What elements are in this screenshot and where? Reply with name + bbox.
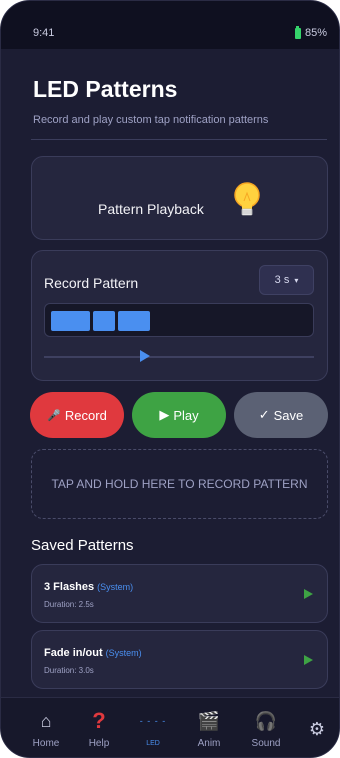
page-subtitle: Record and play custom tap notification …	[33, 114, 269, 126]
playback-scrubber-handle[interactable]	[140, 350, 150, 362]
nav-label-sound: Sound	[251, 738, 281, 749]
question-icon: ?	[92, 708, 106, 733]
pattern-system-tag: (System)	[105, 648, 142, 658]
saved-pattern-item[interactable]: Fade in/out (System) Duration: 3.0s	[31, 630, 328, 689]
nav-label-help: Help	[88, 738, 110, 749]
record-pattern-label: Record Pattern	[44, 275, 139, 291]
status-bar: 9:41 85%	[1, 1, 339, 49]
pattern-duration: Duration: 3.0s	[44, 666, 94, 675]
pattern-name: Fade in/out (System)	[44, 647, 142, 659]
nav-item-help[interactable]: ? Help	[74, 708, 124, 749]
page-title: LED Patterns	[33, 76, 178, 102]
duration-select[interactable]: 3 s ▾	[259, 265, 314, 295]
tap-record-label: TAP AND HOLD HERE TO RECORD PATTERN	[51, 477, 308, 491]
nav-item-sound[interactable]: 🎧 Sound	[241, 708, 291, 750]
record-button[interactable]: 🎤 Record	[30, 392, 124, 438]
gear-icon: ⚙	[308, 718, 326, 739]
check-icon: ✓	[258, 407, 270, 422]
nav-label-led: LED	[146, 740, 160, 747]
lightbulb-icon	[234, 182, 260, 216]
nav-label-anim: Anim	[197, 738, 221, 749]
pattern-name-text: Fade in/out	[44, 647, 103, 659]
pattern-duration: Duration: 2.5s	[44, 600, 94, 609]
pattern-segment	[51, 311, 90, 331]
pattern-segment	[118, 311, 150, 331]
battery-icon	[294, 25, 301, 39]
battery-percent: 85%	[304, 27, 327, 39]
header-divider	[31, 139, 327, 140]
home-icon: ⌂	[40, 710, 52, 731]
pattern-name: 3 Flashes (System)	[44, 581, 133, 593]
nav-label-home: Home	[32, 738, 60, 749]
clapperboard-icon: 🎬	[197, 710, 221, 731]
record-button-label: Record	[64, 407, 107, 423]
pattern-system-tag: (System)	[97, 582, 134, 592]
microphone-icon: 🎤	[47, 409, 61, 422]
play-button[interactable]: ▶ Play	[132, 392, 226, 438]
status-time: 9:41	[33, 27, 55, 39]
save-button-label: Save	[273, 407, 304, 423]
pattern-playback-card[interactable]: Pattern Playback	[31, 156, 328, 240]
nav-item-home[interactable]: ⌂ Home	[21, 708, 71, 750]
nav-item-settings[interactable]: ⚙	[292, 716, 339, 742]
play-icon: ▶	[159, 407, 170, 422]
saved-pattern-item[interactable]: 3 Flashes (System) Duration: 2.5s	[31, 564, 328, 623]
chevron-down-icon: ▾	[294, 275, 299, 285]
pattern-timeline[interactable]	[44, 303, 314, 337]
pattern-segment	[93, 311, 115, 331]
play-button-label: Play	[173, 407, 199, 423]
nav-item-led[interactable]: - - - - LED	[128, 708, 178, 747]
play-pattern-icon[interactable]	[304, 589, 313, 599]
battery-status: 85%	[294, 25, 327, 39]
duration-value: 3 s	[274, 274, 290, 286]
led-dots-icon: - - - -	[139, 716, 167, 726]
pattern-name-text: 3 Flashes	[44, 581, 95, 593]
phone-screen: 9:41 85% LED Patterns Record and play cu…	[0, 0, 340, 758]
play-pattern-icon[interactable]	[304, 655, 313, 665]
pattern-playback-label: Pattern Playback	[98, 201, 204, 217]
record-pattern-card: Record Pattern 3 s ▾	[31, 250, 328, 381]
saved-patterns-title: Saved Patterns	[31, 537, 134, 554]
bottom-nav: ⌂ Home ? Help - - - - LED 🎬 Anim 🎧 Sound…	[1, 697, 339, 757]
headphones-icon: 🎧	[254, 710, 278, 731]
playback-scrubber-track[interactable]	[44, 356, 314, 358]
nav-item-anim[interactable]: 🎬 Anim	[184, 708, 234, 750]
tap-record-area[interactable]: TAP AND HOLD HERE TO RECORD PATTERN	[31, 449, 328, 519]
save-button[interactable]: ✓ Save	[234, 392, 328, 438]
